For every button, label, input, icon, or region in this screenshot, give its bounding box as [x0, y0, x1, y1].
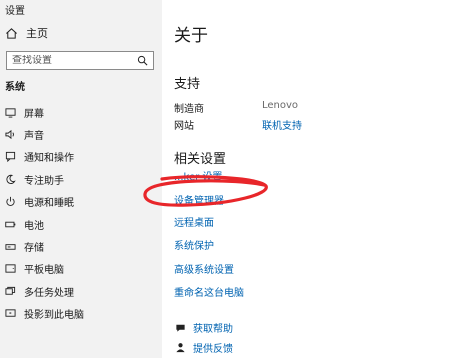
speaker-icon	[4, 129, 16, 141]
display-icon	[4, 106, 16, 118]
sidebar-home-label: 主页	[26, 27, 48, 40]
storage-icon	[4, 241, 16, 253]
sidebar-item-label: 通知和操作	[24, 153, 74, 165]
sidebar-nav: 屏幕 声音 通知和操作 专注助手 电源和睡眠 电池 存储 平板电脑 多任务处理 …	[0, 101, 162, 325]
sidebar-item-label: 专注助手	[24, 175, 64, 187]
sidebar-item-label: 多任务处理	[24, 287, 74, 299]
window-title: 设置	[5, 6, 25, 17]
sidebar-item-label: 投影到此电脑	[24, 310, 84, 322]
advanced-system-settings-link[interactable]: 高级系统设置	[174, 261, 234, 276]
feedback-row[interactable]: 提供反馈	[174, 340, 233, 355]
battery-icon	[4, 218, 16, 230]
manufacturer-key: 制造商	[174, 104, 204, 115]
feedback-icon	[174, 342, 186, 354]
website-key: 网站	[174, 121, 194, 132]
notification-icon	[4, 151, 16, 163]
sidebar-item-notifications[interactable]: 通知和操作	[0, 146, 162, 168]
sidebar-item-label: 存储	[24, 243, 44, 255]
sidebar-item-label: 电源和睡眠	[24, 198, 74, 210]
help-icon	[174, 322, 186, 334]
sidebar-home[interactable]: 主页	[4, 24, 48, 42]
sidebar-item-storage[interactable]: 存储	[0, 235, 162, 257]
sidebar-item-tablet[interactable]: 平板电脑	[0, 258, 162, 280]
rename-pc-link[interactable]: 重命名这台电脑	[174, 284, 244, 299]
search-icon[interactable]	[137, 51, 148, 70]
sidebar-item-label: 屏幕	[24, 108, 44, 120]
power-icon	[4, 196, 16, 208]
project-icon	[4, 308, 16, 320]
sidebar-item-battery[interactable]: 电池	[0, 213, 162, 235]
system-protection-link[interactable]: 系统保护	[174, 237, 214, 252]
support-heading: 支持	[174, 77, 201, 92]
remote-desktop-link[interactable]: 远程桌面	[174, 214, 214, 229]
sidebar-item-focus-assist[interactable]: 专注助手	[0, 168, 162, 190]
sidebar-item-display[interactable]: 屏幕	[0, 101, 162, 123]
device-manager-link[interactable]: 设备管理器	[174, 192, 224, 207]
sidebar-item-label: 平板电脑	[24, 265, 64, 277]
moon-icon	[4, 173, 16, 185]
home-icon	[4, 26, 18, 40]
get-help-row[interactable]: 获取帮助	[174, 320, 233, 335]
sidebar-item-label: 电池	[24, 220, 44, 232]
tablet-icon	[4, 263, 16, 275]
search-box[interactable]	[6, 51, 154, 70]
manufacturer-row: 制造商 Lenovo	[174, 100, 298, 115]
feedback-link[interactable]: 提供反馈	[193, 340, 233, 355]
main-content: 关于 支持 制造商 Lenovo 网站 联机支持 相关设置 ...ker 设置 …	[162, 0, 460, 358]
multitask-icon	[4, 285, 16, 297]
sidebar-item-project[interactable]: 投影到此电脑	[0, 303, 162, 325]
page-title: 关于	[174, 26, 208, 46]
sidebar-item-sound[interactable]: 声音	[0, 123, 162, 145]
sidebar: 设置 主页 系统 屏幕 声音 通知和操作 专注助手	[0, 0, 162, 358]
get-help-link[interactable]: 获取帮助	[193, 320, 233, 335]
sidebar-item-power-sleep[interactable]: 电源和睡眠	[0, 191, 162, 213]
manufacturer-value: Lenovo	[262, 100, 299, 111]
related-settings-heading: 相关设置	[174, 152, 227, 167]
sidebar-item-label: 声音	[24, 131, 44, 143]
search-input[interactable]	[12, 55, 137, 66]
sidebar-item-multitasking[interactable]: 多任务处理	[0, 280, 162, 302]
bitlocker-settings-link[interactable]: ...ker 设置	[174, 168, 222, 183]
section-label-system: 系统	[5, 82, 25, 93]
online-support-link[interactable]: 联机支持	[262, 117, 302, 132]
website-row: 网站 联机支持	[174, 117, 302, 132]
